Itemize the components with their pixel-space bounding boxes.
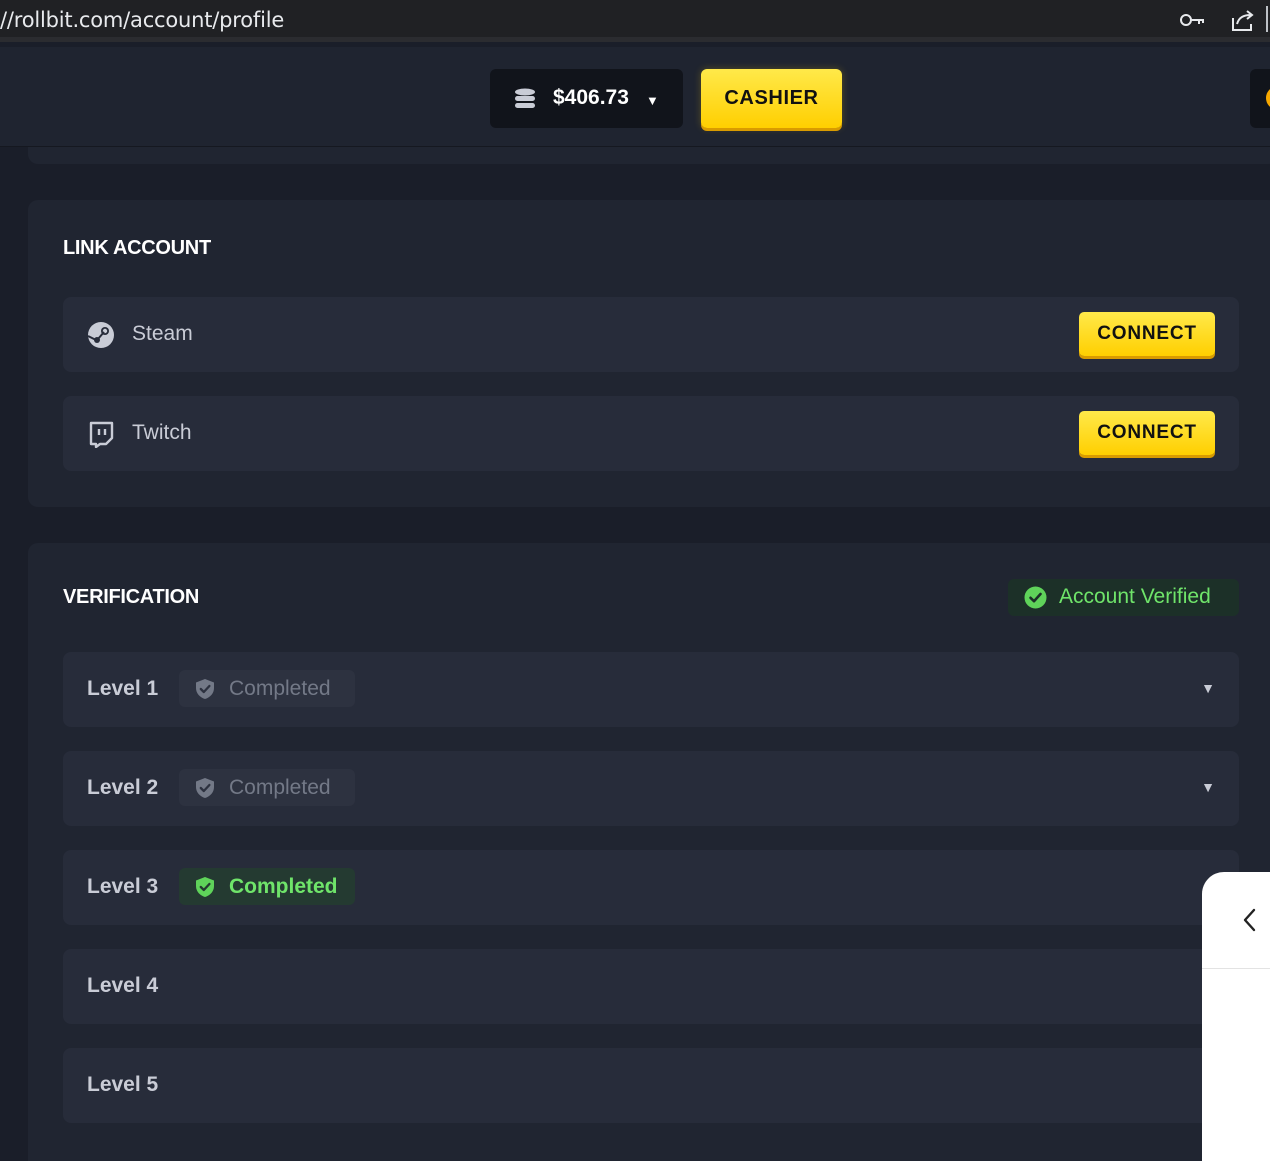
chevron-down-icon[interactable]: ▼ — [1201, 779, 1215, 795]
level-label: Level 2 — [87, 776, 159, 799]
verification-level-4[interactable]: Level 4 — [63, 949, 1239, 1024]
level-label: Level 1 — [87, 677, 159, 700]
level-label: Level 4 — [87, 974, 159, 997]
verification-level-3[interactable]: Level 3 Completed — [63, 850, 1239, 925]
profile-menu-stub[interactable] — [1250, 69, 1270, 128]
avatar — [1266, 87, 1270, 109]
balance-dropdown[interactable]: $406.73 ▼ — [490, 69, 683, 128]
level-label: Level 3 — [87, 875, 159, 898]
verification-level-1[interactable]: Level 1 Completed ▼ — [63, 652, 1239, 727]
twitch-icon — [89, 421, 114, 448]
cashier-button[interactable]: CASHIER — [701, 69, 842, 128]
url-text[interactable]: //rollbit.com/account/profile — [0, 8, 284, 32]
browser-address-bar: //rollbit.com/account/profile — [0, 0, 1270, 42]
link-row-twitch: Twitch CONNECT — [63, 396, 1239, 471]
status-badge: Completed — [179, 769, 355, 806]
verification-level-2[interactable]: Level 2 Completed ▼ — [63, 751, 1239, 826]
status-text: Completed — [229, 875, 338, 898]
check-circle-icon — [1024, 586, 1047, 609]
level-label: Level 5 — [87, 1073, 159, 1096]
coins-icon — [515, 88, 535, 108]
verification-level-5[interactable]: Level 5 — [63, 1048, 1239, 1123]
link-label-steam: Steam — [132, 322, 193, 345]
chevron-down-icon[interactable]: ▼ — [1201, 680, 1215, 696]
account-verified-text: Account Verified — [1059, 585, 1211, 608]
panel-divider — [1202, 968, 1270, 969]
link-label-twitch: Twitch — [132, 421, 192, 444]
link-account-title: LINK ACCOUNT — [63, 237, 211, 259]
chevron-left-icon[interactable] — [1240, 907, 1258, 933]
steam-connect-button[interactable]: CONNECT — [1079, 312, 1215, 356]
status-badge: Completed — [179, 868, 355, 905]
previous-card — [28, 147, 1270, 164]
link-row-steam: Steam CONNECT — [63, 297, 1239, 372]
shield-check-icon — [196, 679, 214, 699]
verification-title: VERIFICATION — [63, 586, 200, 608]
key-icon[interactable] — [1178, 8, 1206, 32]
link-account-card: LINK ACCOUNT Steam CONNECT Twitch CONNEC… — [28, 200, 1270, 507]
toolbar-edge — [1266, 6, 1268, 32]
share-icon[interactable] — [1229, 8, 1257, 32]
verification-card: VERIFICATION Account Verified Level 1 Co… — [28, 543, 1270, 1161]
status-text: Completed — [229, 776, 331, 799]
steam-icon — [87, 322, 114, 348]
app-header: $406.73 ▼ CASHIER — [0, 47, 1270, 147]
status-text: Completed — [229, 677, 331, 700]
status-badge: Completed — [179, 670, 355, 707]
account-verified-badge: Account Verified — [1008, 579, 1239, 616]
chevron-down-icon: ▼ — [646, 93, 659, 108]
shield-check-icon — [196, 778, 214, 798]
shield-check-icon — [196, 877, 214, 897]
chat-side-panel — [1202, 872, 1270, 1161]
balance-amount: $406.73 — [553, 86, 629, 109]
twitch-connect-button[interactable]: CONNECT — [1079, 411, 1215, 455]
